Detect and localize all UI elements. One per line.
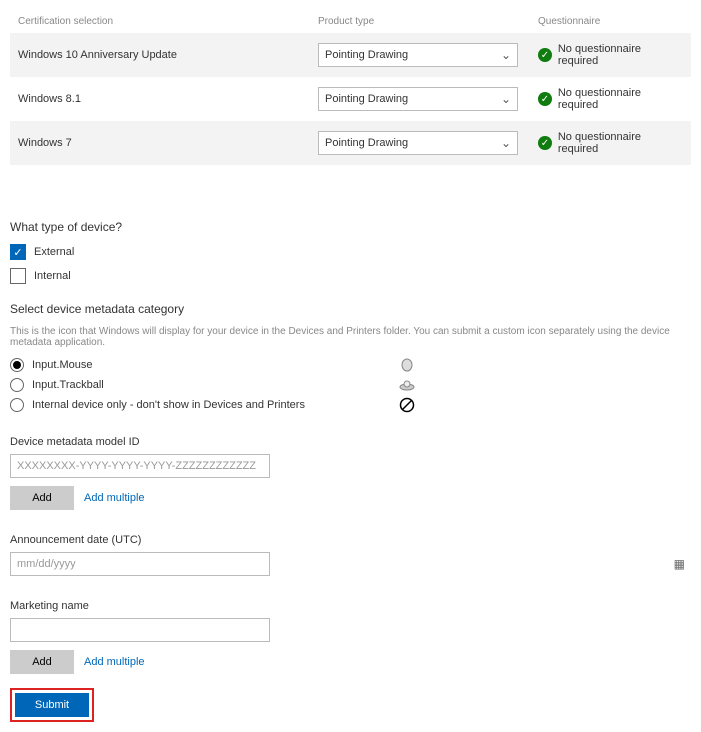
dropdown-value: Pointing Drawing [325, 49, 408, 61]
mouse-radio[interactable] [10, 358, 24, 372]
metadata-category-title: Select device metadata category [10, 302, 691, 316]
device-type-title: What type of device? [10, 220, 691, 234]
col-cert-header: Certification selection [18, 16, 318, 27]
product-type-dropdown[interactable]: Pointing Drawing ⌄ [318, 87, 518, 111]
check-circle-icon: ✓ [538, 48, 552, 62]
table-row: Windows 8.1 Pointing Drawing ⌄ ✓ No ques… [10, 77, 691, 121]
table-row: Windows 10 Anniversary Update Pointing D… [10, 33, 691, 77]
table-row: Windows 7 Pointing Drawing ⌄ ✓ No questi… [10, 121, 691, 165]
col-q-header: Questionnaire [538, 16, 683, 27]
announcement-date-input[interactable] [10, 552, 270, 576]
col-type-header: Product type [318, 16, 538, 27]
dropdown-value: Pointing Drawing [325, 137, 408, 149]
external-checkbox[interactable]: ✓ [10, 244, 26, 260]
marketing-name-label: Marketing name [10, 600, 691, 612]
check-circle-icon: ✓ [538, 92, 552, 106]
model-id-label: Device metadata model ID [10, 436, 691, 448]
calendar-icon[interactable]: ▦ [674, 557, 685, 571]
model-id-add-button[interactable]: Add [10, 486, 74, 510]
marketing-add-button[interactable]: Add [10, 650, 74, 674]
chevron-down-icon: ⌄ [501, 92, 511, 106]
questionnaire-status: No questionnaire required [558, 87, 683, 111]
marketing-add-multiple-link[interactable]: Add multiple [84, 656, 145, 668]
questionnaire-status: No questionnaire required [558, 131, 683, 155]
no-icon [398, 398, 416, 412]
announcement-date-label: Announcement date (UTC) [10, 534, 691, 546]
cert-name: Windows 8.1 [18, 93, 318, 105]
trackball-radio[interactable] [10, 378, 24, 392]
external-label: External [34, 246, 74, 258]
cert-name: Windows 7 [18, 137, 318, 149]
submit-highlight-box: Submit [10, 688, 94, 722]
chevron-down-icon: ⌄ [501, 136, 511, 150]
metadata-category-hint: This is the icon that Windows will displ… [10, 326, 691, 348]
cert-name: Windows 10 Anniversary Update [18, 49, 318, 61]
certification-table: Certification selection Product type Que… [10, 10, 691, 165]
product-type-dropdown[interactable]: Pointing Drawing ⌄ [318, 43, 518, 67]
internal-only-radio[interactable] [10, 398, 24, 412]
trackball-icon [398, 378, 416, 392]
chevron-down-icon: ⌄ [501, 48, 511, 62]
product-type-dropdown[interactable]: Pointing Drawing ⌄ [318, 131, 518, 155]
mouse-label: Input.Mouse [32, 359, 93, 371]
questionnaire-status: No questionnaire required [558, 43, 683, 67]
mouse-icon [398, 358, 416, 372]
trackball-label: Input.Trackball [32, 379, 104, 391]
check-circle-icon: ✓ [538, 136, 552, 150]
submit-button[interactable]: Submit [15, 693, 89, 717]
model-id-input[interactable] [10, 454, 270, 478]
dropdown-value: Pointing Drawing [325, 93, 408, 105]
marketing-name-input[interactable] [10, 618, 270, 642]
internal-label: Internal [34, 270, 71, 282]
internal-only-label: Internal device only - don't show in Dev… [32, 399, 305, 411]
table-header: Certification selection Product type Que… [10, 10, 691, 33]
internal-checkbox[interactable] [10, 268, 26, 284]
model-id-add-multiple-link[interactable]: Add multiple [84, 492, 145, 504]
